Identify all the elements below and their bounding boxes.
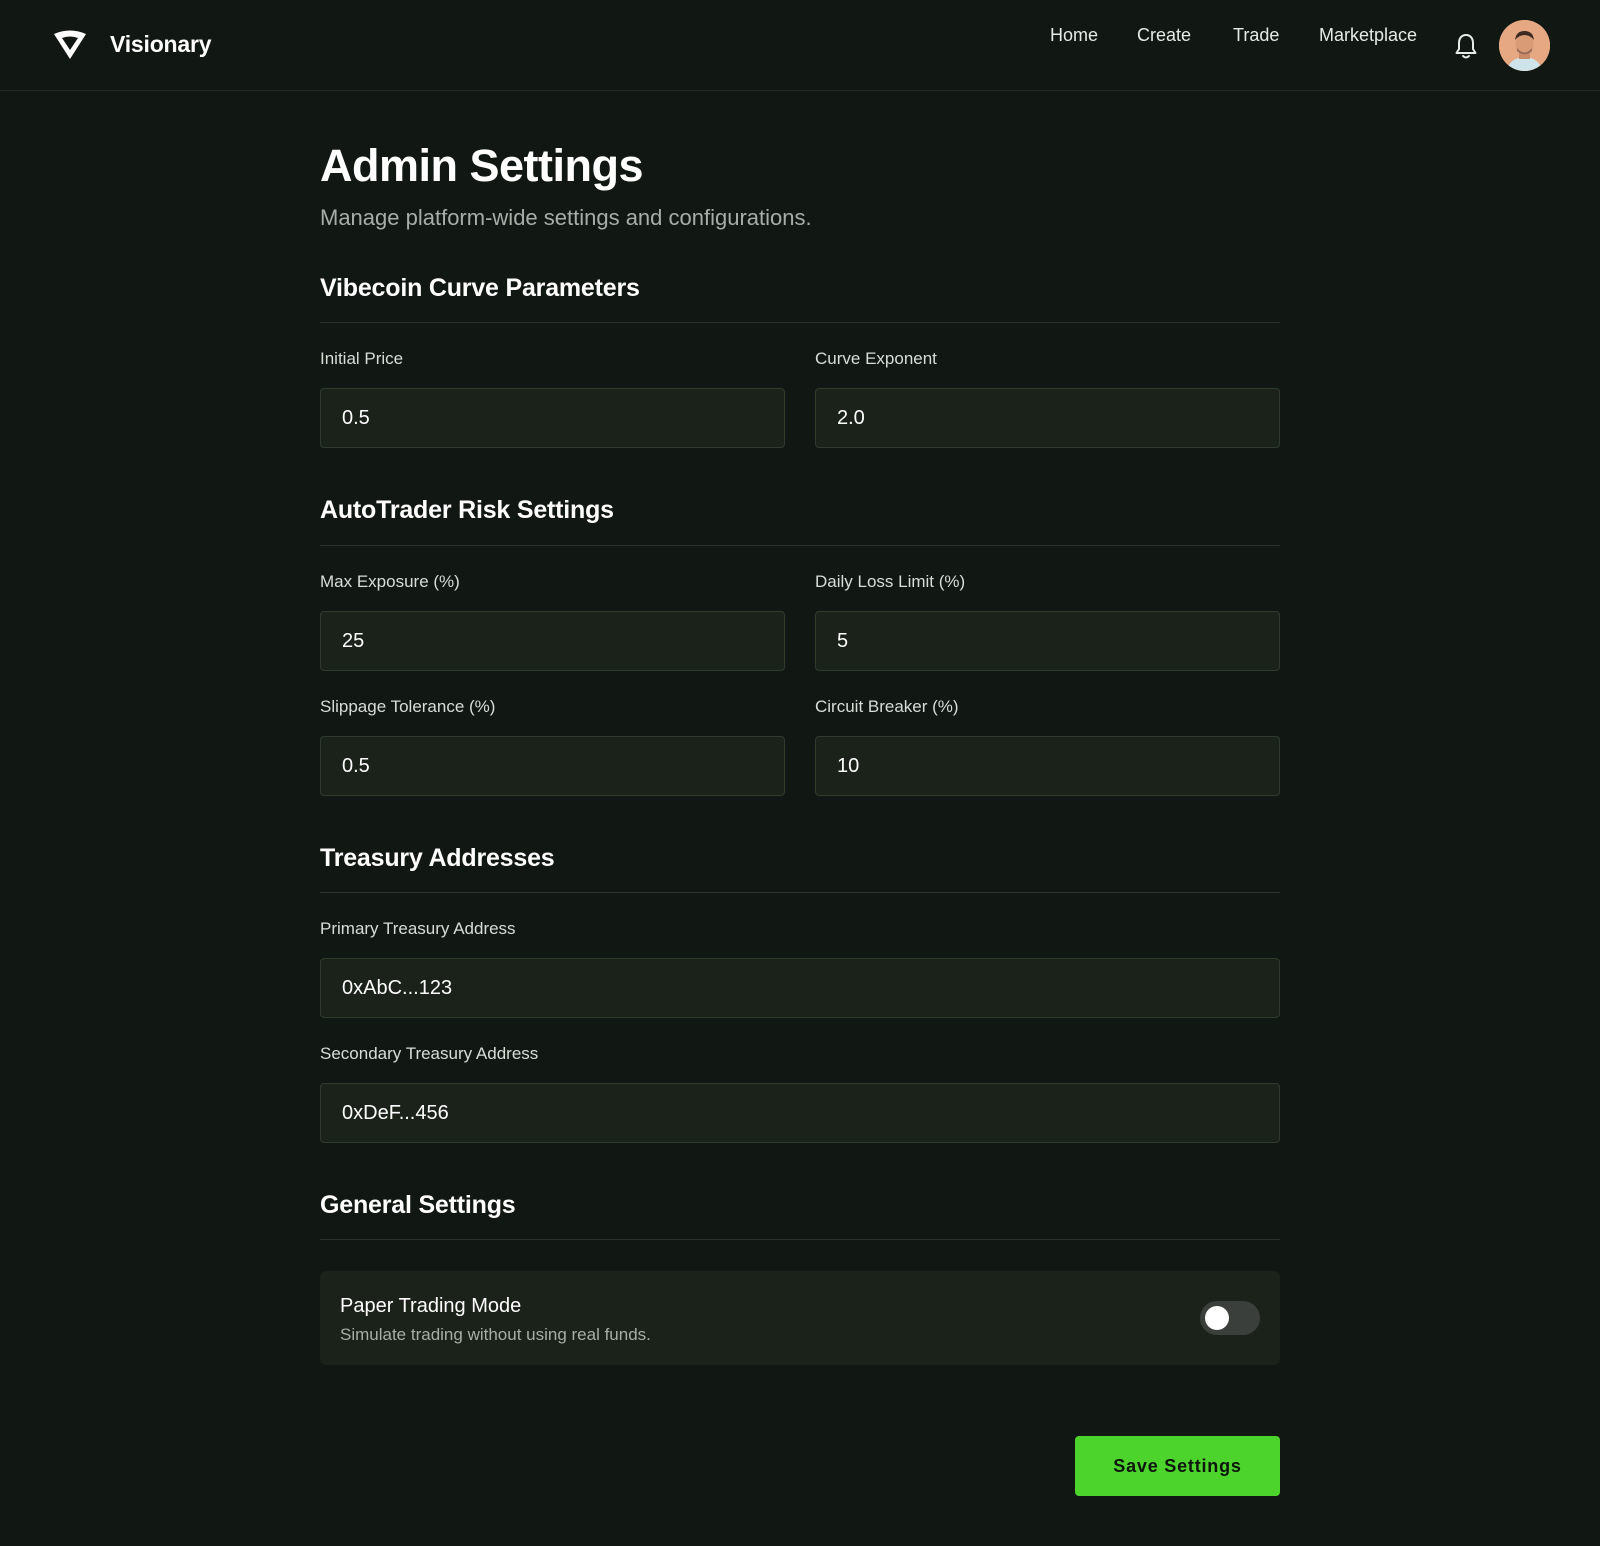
section-divider — [320, 1239, 1280, 1240]
section-title-general: General Settings — [320, 1191, 516, 1219]
toggle-knob — [1205, 1306, 1229, 1330]
slippage-tolerance-label: Slippage Tolerance (%) — [320, 697, 496, 716]
curve-exponent-input[interactable] — [815, 388, 1280, 448]
section-divider — [320, 892, 1280, 893]
max-exposure-label: Max Exposure (%) — [320, 572, 460, 591]
circuit-breaker-label: Circuit Breaker (%) — [815, 697, 959, 716]
nav-marketplace[interactable]: Marketplace — [1319, 25, 1417, 46]
daily-loss-limit-label: Daily Loss Limit (%) — [815, 572, 966, 591]
initial-price-label: Initial Price — [320, 349, 404, 368]
secondary-treasury-input[interactable] — [320, 1083, 1280, 1143]
bell-icon[interactable] — [1453, 32, 1479, 60]
daily-loss-limit-input[interactable] — [815, 611, 1280, 671]
section-title-treasury: Treasury Addresses — [320, 844, 555, 872]
nav-home[interactable]: Home — [1050, 25, 1098, 46]
section-title-curve: Vibecoin Curve Parameters — [320, 274, 640, 302]
brand-name: Visionary — [110, 30, 212, 57]
paper-trading-description: Simulate trading without using real fund… — [340, 1325, 651, 1344]
top-navbar: Visionary Home Create Trade Marketplace — [0, 0, 1600, 91]
avatar[interactable] — [1499, 20, 1550, 71]
paper-trading-title: Paper Trading Mode — [340, 1295, 522, 1317]
section-divider — [320, 322, 1280, 323]
nav-create[interactable]: Create — [1137, 25, 1191, 46]
nav-trade[interactable]: Trade — [1233, 25, 1279, 46]
circuit-breaker-input[interactable] — [815, 736, 1280, 796]
curve-exponent-label: Curve Exponent — [815, 349, 937, 368]
primary-treasury-input[interactable] — [320, 958, 1280, 1018]
avatar-portrait — [1499, 20, 1550, 71]
page-subtitle: Manage platform-wide settings and config… — [320, 205, 812, 230]
slippage-tolerance-input[interactable] — [320, 736, 785, 796]
paper-trading-card: Paper Trading Mode Simulate trading with… — [320, 1271, 1280, 1365]
logo-icon — [54, 30, 86, 59]
brand[interactable]: Visionary — [52, 26, 212, 62]
max-exposure-input[interactable] — [320, 611, 785, 671]
page-title: Admin Settings — [320, 140, 644, 191]
paper-trading-toggle[interactable] — [1200, 1301, 1260, 1335]
section-divider — [320, 545, 1280, 546]
secondary-treasury-label: Secondary Treasury Address — [320, 1044, 539, 1063]
primary-treasury-label: Primary Treasury Address — [320, 919, 516, 938]
initial-price-input[interactable] — [320, 388, 785, 448]
section-title-risk: AutoTrader Risk Settings — [320, 496, 614, 524]
save-settings-button[interactable]: Save Settings — [1075, 1436, 1280, 1496]
